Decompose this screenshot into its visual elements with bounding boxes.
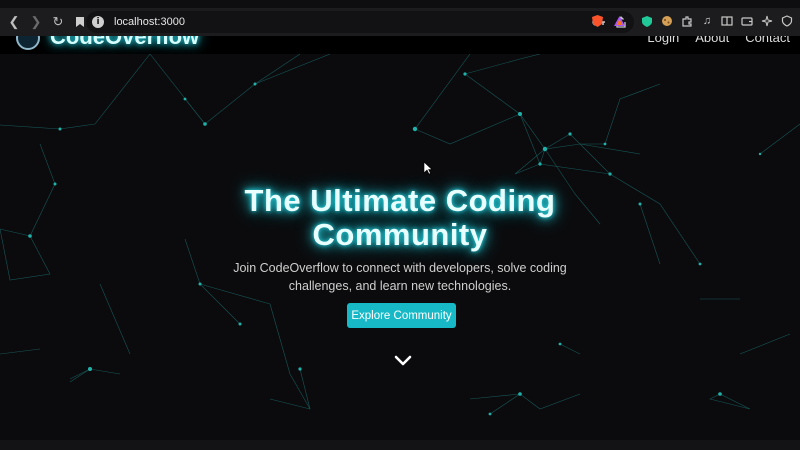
vpn-shield-icon[interactable]	[780, 14, 794, 28]
explore-community-button[interactable]: Explore Community	[347, 303, 456, 328]
back-icon[interactable]: ❮	[6, 14, 22, 30]
logo-text[interactable]: CodeOverflow	[50, 36, 199, 50]
leo-ai-icon[interactable]	[760, 14, 774, 28]
music-icon[interactable]: ♫	[700, 14, 714, 28]
wallet-icon[interactable]	[740, 14, 754, 28]
hero-subtitle-line-2: challenges, and learn new technologies.	[288, 279, 512, 293]
hero-subtitle-line-1: Join CodeOverflow to connect with develo…	[233, 261, 567, 275]
nav-login[interactable]: Login	[647, 36, 679, 45]
extensions-bar: ♫ ☰	[591, 14, 800, 28]
nav-contact[interactable]: Contact	[745, 36, 790, 45]
window-top-strip	[0, 0, 800, 8]
brave-shield-icon[interactable]	[590, 14, 604, 28]
address-bar[interactable]: i localhost:3000	[86, 11, 634, 33]
hero-title-line-2: Community	[312, 217, 488, 252]
puzzle-extensions-icon[interactable]	[680, 14, 694, 28]
page-bottom-strip	[0, 440, 800, 450]
cookie-extension-icon[interactable]	[660, 14, 674, 28]
reading-list-icon[interactable]	[720, 14, 734, 28]
brave-rewards-icon[interactable]	[612, 14, 626, 28]
hero-subtitle: Join CodeOverflow to connect with develo…	[230, 259, 570, 295]
forward-icon[interactable]: ❯	[28, 14, 44, 30]
reload-icon[interactable]: ↻	[50, 14, 66, 30]
site-info-icon[interactable]: i	[92, 16, 104, 28]
shield-extension-icon[interactable]	[640, 14, 654, 28]
hero-title: The Ultimate Coding Community	[150, 184, 650, 252]
browser-toolbar: ❮ ❯ ↻ i localhost:3000 ♫	[0, 8, 800, 36]
mouse-cursor-icon	[423, 161, 433, 175]
main-nav: Login About Contact	[647, 36, 790, 45]
nav-about[interactable]: About	[695, 36, 729, 45]
url-text[interactable]: localhost:3000	[114, 16, 185, 28]
hero-section: The Ultimate Coding Community Join CodeO…	[0, 54, 800, 440]
site-header: CodeOverflow Login About Contact	[0, 36, 800, 54]
scroll-down-chevron-icon[interactable]	[393, 354, 413, 368]
hero-title-line-1: The Ultimate Coding	[244, 183, 556, 218]
logo-icon[interactable]	[16, 36, 40, 50]
